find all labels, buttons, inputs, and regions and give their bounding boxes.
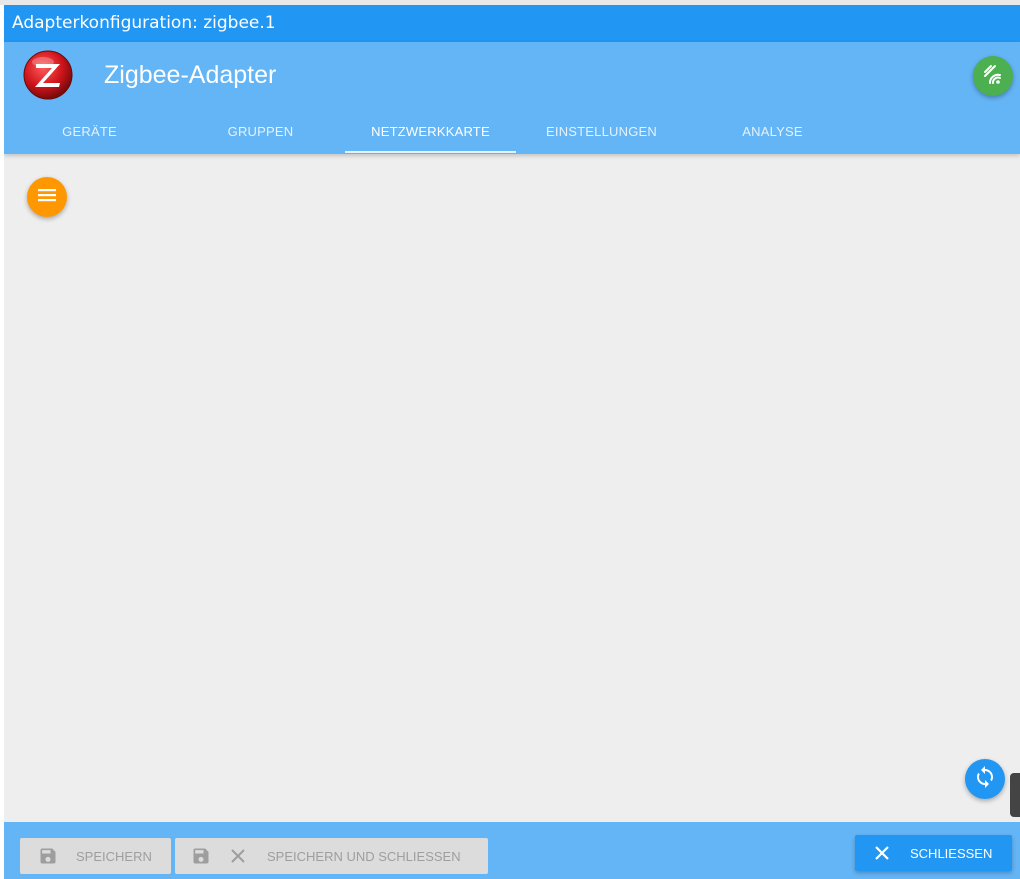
config-dialog: Adapterkonfiguration: zigbee.1 Zigbee-Ad… — [4, 5, 1020, 879]
close-button[interactable]: SCHLIESSEN — [855, 835, 1012, 871]
tab-gruppen[interactable]: GRUPPEN — [175, 110, 346, 154]
save-button-label: SPEICHERN — [76, 848, 152, 864]
tab-analyse[interactable]: ANALYSE — [687, 110, 858, 154]
floppy-disk-icon — [191, 846, 211, 866]
zigbee-logo-icon — [23, 50, 73, 100]
save-button[interactable]: SPEICHERN — [20, 838, 171, 874]
tab-netzwerkkarte[interactable]: NETZWERKKARTE — [345, 110, 516, 154]
active-tab-indicator — [345, 151, 516, 153]
window-title: Adapterkonfiguration: zigbee.1 — [4, 5, 1020, 42]
footer-bar: SPEICHERN SPEICHERN UND SCHLIESSEN SCHLI… — [4, 822, 1020, 879]
app-header: Zigbee-Adapter GERÄTE GRUPPEN NETZWERKKA… — [4, 42, 1020, 154]
save-and-close-button[interactable]: SPEICHERN UND SCHLIESSEN — [175, 838, 488, 874]
connection-status-button[interactable] — [973, 56, 1013, 96]
app-title: Zigbee-Adapter — [104, 61, 277, 89]
tab-bar: GERÄTE GRUPPEN NETZWERKKARTE EINSTELLUNG… — [4, 110, 1020, 154]
tab-einstellungen[interactable]: EINSTELLUNGEN — [516, 110, 687, 154]
menu-icon — [36, 184, 58, 211]
save-and-close-button-label: SPEICHERN UND SCHLIESSEN — [267, 848, 461, 864]
close-button-label: SCHLIESSEN — [910, 845, 993, 861]
close-icon — [873, 844, 891, 862]
tab-geraete[interactable]: GERÄTE — [4, 110, 175, 154]
floppy-disk-icon — [38, 846, 58, 866]
close-icon — [229, 847, 247, 865]
refresh-icon — [973, 765, 997, 794]
side-handle[interactable] — [1010, 773, 1020, 817]
wifi-status-icon — [982, 63, 1004, 90]
menu-button[interactable] — [27, 177, 67, 217]
refresh-button[interactable] — [965, 759, 1005, 799]
